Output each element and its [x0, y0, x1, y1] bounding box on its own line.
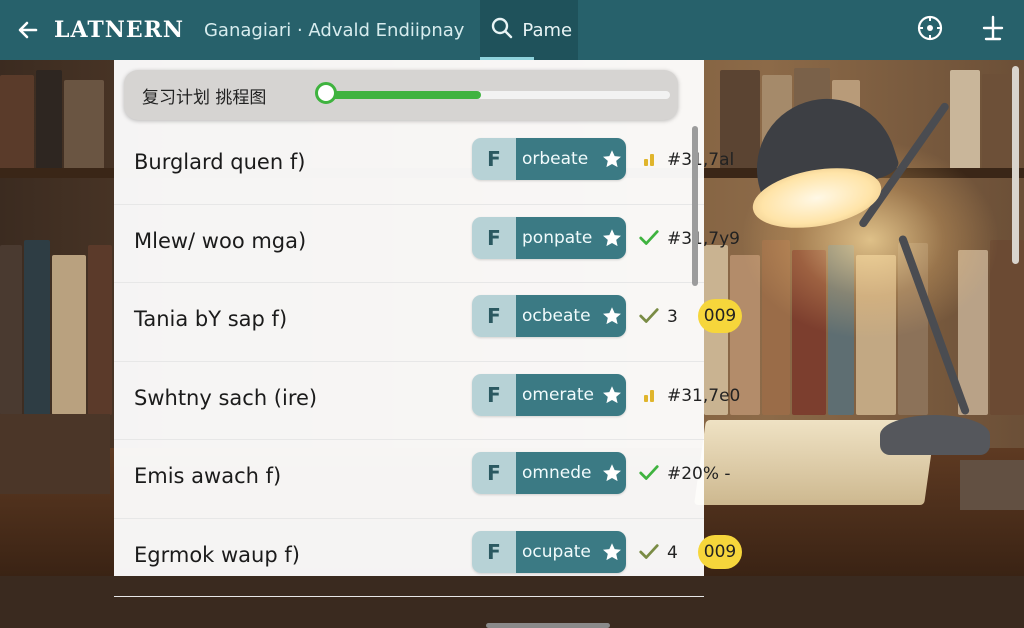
item-value: 3	[667, 307, 678, 327]
count-badge: 009	[698, 534, 742, 569]
star-icon[interactable]	[598, 452, 626, 494]
app-brand: LATNERN	[54, 17, 184, 43]
star-icon[interactable]	[598, 373, 626, 416]
review-list-panel: 复习计划 挑程图 Burglard quen f) F orbeate #31,…	[114, 60, 742, 628]
page-subtitle: Ganagiari · Advald Endiipnay	[203, 19, 465, 41]
item-title: Mlew/ woo mga)	[134, 228, 307, 253]
action-pill[interactable]: F ocbeate	[472, 295, 626, 337]
pill-action-label: ocbeate	[516, 295, 598, 337]
list-item[interactable]: Egrmok waup f) F ocupate 4 009	[114, 519, 742, 597]
pill-action-label: ponpate	[516, 216, 598, 259]
item-value: #31,7e0	[667, 385, 741, 406]
list-item[interactable]: Tania bY sap f) F ocbeate 3 009	[114, 283, 742, 362]
action-pill[interactable]: F ocupate	[472, 530, 626, 573]
page-scrollbar[interactable]	[1012, 66, 1019, 264]
pill-action-label: omnede	[516, 452, 598, 494]
check-icon	[638, 305, 660, 327]
item-title: Egrmok waup f)	[134, 542, 300, 567]
item-title: Emis awach f)	[134, 464, 282, 488]
check-icon	[638, 541, 660, 563]
list-item[interactable]: Mlew/ woo mga) F ponpate #31,7y9	[114, 205, 740, 283]
action-pill[interactable]: F omerate	[472, 373, 626, 416]
top-actions	[916, 0, 1006, 60]
progress-knob[interactable]	[315, 82, 337, 104]
search-tab-label: Pame	[522, 19, 573, 41]
action-pill[interactable]: F omnede	[472, 452, 626, 494]
pill-action-label: ocupate	[516, 530, 598, 573]
partial-status-icon	[638, 384, 660, 406]
pill-letter: F	[472, 216, 516, 259]
item-title: Burglard quen f)	[134, 150, 306, 174]
item-value: #31,7al	[667, 150, 735, 170]
search-tab[interactable]: Pame	[480, 0, 579, 60]
list-item[interactable]: Emis awach f) F omnede #20% -	[114, 440, 731, 519]
bottom-home-handle[interactable]	[486, 623, 610, 628]
search-icon	[490, 16, 522, 45]
lamp-base	[880, 415, 990, 455]
count-badge: 009	[698, 299, 742, 333]
pill-letter: F	[472, 295, 516, 337]
star-icon[interactable]	[598, 138, 626, 180]
closed-book	[0, 414, 110, 494]
pill-action-label: orbeate	[516, 138, 598, 180]
progress-fill	[326, 91, 481, 99]
pill-letter: F	[472, 530, 516, 573]
back-arrow-icon[interactable]	[16, 18, 40, 42]
pill-letter: F	[472, 452, 516, 494]
action-pill[interactable]: F orbeate	[472, 138, 626, 180]
progress-slider[interactable]	[315, 82, 670, 104]
star-icon[interactable]	[598, 295, 626, 337]
item-title: Swhtny sach (ire)	[134, 385, 318, 410]
progress-card: 复习计划 挑程图	[124, 70, 678, 120]
item-title: Tania bY sap f)	[134, 307, 288, 331]
action-pill[interactable]: F ponpate	[472, 216, 626, 259]
pill-letter: F	[472, 138, 516, 180]
pill-letter: F	[472, 373, 516, 416]
compass-icon[interactable]	[916, 14, 944, 46]
pill-action-label: omerate	[516, 373, 598, 416]
top-app-bar: LATNERN Ganagiari · Advald Endiipnay Pam…	[0, 0, 1024, 60]
item-list: Burglard quen f) F orbeate #31,7al Mlew/…	[114, 126, 742, 597]
list-item[interactable]: Burglard quen f) F orbeate #31,7al	[114, 126, 734, 205]
list-scrollbar[interactable]	[692, 126, 698, 286]
item-value: #31,7y9	[667, 228, 740, 249]
item-value: #20% -	[667, 464, 731, 484]
item-value: 4	[667, 542, 678, 563]
star-icon[interactable]	[598, 216, 626, 259]
list-item[interactable]: Swhtny sach (ire) F omerate #31,7e0	[114, 362, 740, 440]
check-icon	[638, 462, 660, 484]
progress-label: 复习计划 挑程图	[142, 87, 267, 108]
check-icon	[638, 227, 660, 249]
add-icon[interactable]	[980, 14, 1006, 46]
star-icon[interactable]	[598, 530, 626, 573]
partial-status-icon	[638, 148, 660, 170]
